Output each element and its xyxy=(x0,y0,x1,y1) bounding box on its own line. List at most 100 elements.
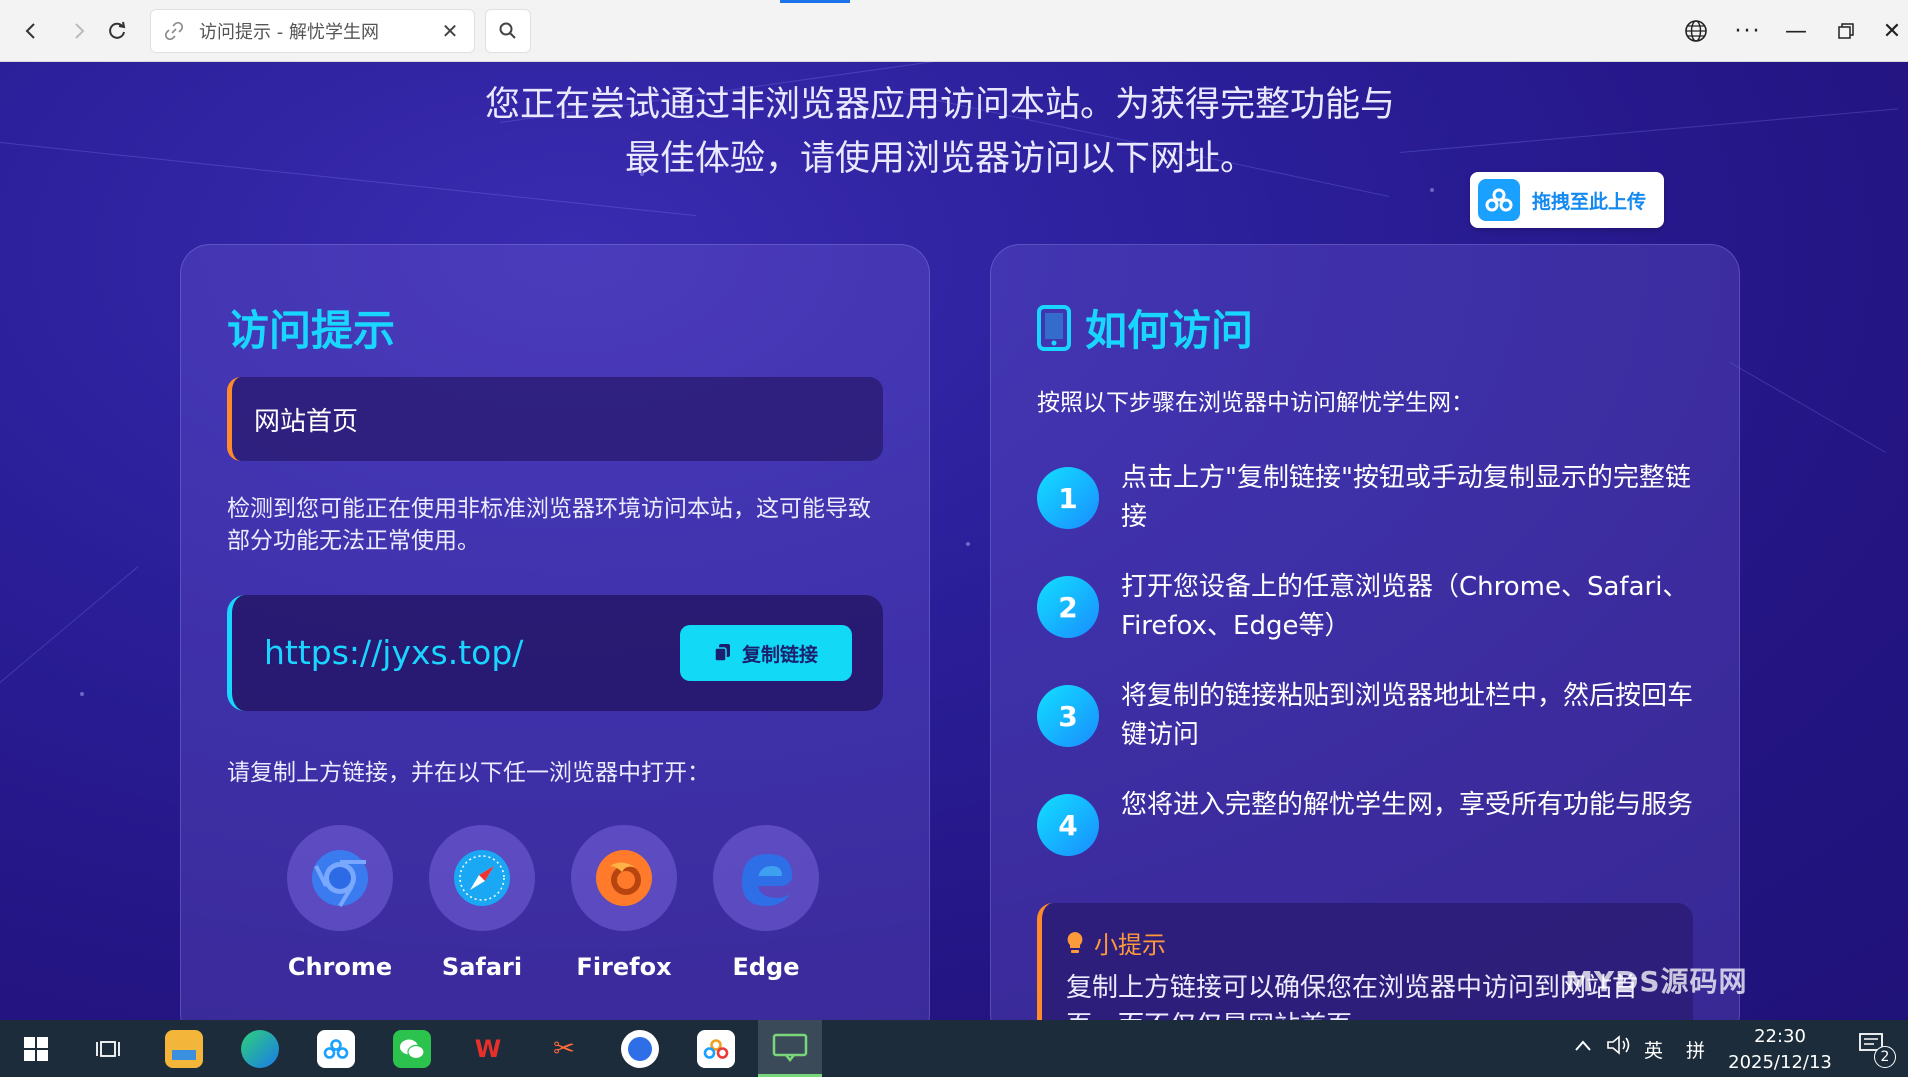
browser-label: Safari xyxy=(441,953,523,981)
copy-link-button[interactable]: 复制链接 xyxy=(680,625,852,681)
restore-button[interactable] xyxy=(1826,12,1866,50)
card-title-row: 如何访问 xyxy=(1037,297,1253,358)
show-hidden-icons[interactable] xyxy=(1574,1036,1592,1058)
taskbar-edge[interactable] xyxy=(232,1028,288,1070)
minimize-button[interactable]: — xyxy=(1776,12,1816,50)
app-circle-icon xyxy=(621,1030,659,1068)
browser-firefox[interactable]: Firefox xyxy=(569,825,679,981)
close-window-button[interactable]: ✕ xyxy=(1872,12,1908,50)
upload-button[interactable]: 拖拽至此上传 xyxy=(1470,172,1664,228)
step-number: 1 xyxy=(1037,467,1099,529)
task-view-icon xyxy=(96,1041,120,1057)
safari-icon xyxy=(429,825,535,931)
taskbar-wechat[interactable] xyxy=(384,1028,440,1070)
step-text: 将复制的链接粘贴到浏览器地址栏中，然后按回车键访问 xyxy=(1121,681,1694,750)
speaker-icon xyxy=(1607,1035,1630,1055)
wechat-icon xyxy=(393,1030,431,1068)
page-content: 您正在尝试通过非浏览器应用访问本站。为获得完整功能与 最佳体验，请使用浏览器访问… xyxy=(0,62,1908,1020)
close-tab-icon[interactable]: ✕ xyxy=(438,19,462,43)
chevron-right-icon xyxy=(75,23,85,39)
lightbulb-icon xyxy=(1067,931,1083,953)
chevron-up-icon xyxy=(1575,1040,1591,1051)
browser-tab[interactable]: 访问提示 - 解忧学生网 ✕ xyxy=(150,9,475,53)
site-url[interactable]: https://jyxs.top/ xyxy=(264,633,523,672)
taskbar-cloud-app[interactable] xyxy=(308,1028,364,1070)
netdisk-icon xyxy=(697,1030,735,1068)
start-button[interactable] xyxy=(8,1028,64,1070)
tip-title: 小提示 xyxy=(1094,931,1166,959)
copy-icon xyxy=(714,644,730,662)
card-title: 访问提示 xyxy=(227,306,396,355)
step-text: 点击上方"复制链接"按钮或手动复制显示的完整链接 xyxy=(1121,463,1691,532)
notification-center-button[interactable]: 2 xyxy=(1858,1032,1896,1068)
step-item: 4 您将进入完整的解忧学生网，享受所有功能与服务 xyxy=(1037,790,1697,856)
taskbar-app-circle[interactable] xyxy=(612,1028,668,1070)
back-button[interactable] xyxy=(12,12,50,50)
ime-mode[interactable]: 拼 xyxy=(1686,1036,1705,1063)
browser-label: Edge xyxy=(732,953,800,981)
step-item: 1 点击上方"复制链接"按钮或手动复制显示的完整链接 xyxy=(1037,463,1697,537)
bg-dot xyxy=(80,692,84,696)
windows-icon xyxy=(24,1037,48,1061)
wps-icon: W xyxy=(474,1035,502,1063)
step-item: 2 打开您设备上的任意浏览器（Chrome、Safari、Firefox、Edg… xyxy=(1037,572,1697,646)
firefox-icon xyxy=(571,825,677,931)
globe-icon xyxy=(1685,20,1707,42)
watermark: MYDS源码网 xyxy=(1565,965,1748,998)
taskbar-active-window[interactable] xyxy=(758,1020,822,1077)
bg-line xyxy=(0,566,139,683)
close-icon: ✕ xyxy=(1882,18,1902,44)
cloud-icon xyxy=(317,1030,355,1068)
minimize-icon: — xyxy=(1785,18,1807,44)
step-number: 4 xyxy=(1037,794,1099,856)
search-icon xyxy=(499,22,516,39)
loading-indicator xyxy=(780,0,850,3)
search-button[interactable] xyxy=(485,9,531,53)
browsers-hint: 请复制上方链接，并在以下任一浏览器中打开： xyxy=(227,760,710,786)
taskbar: W ✂ 英 拼 22:30 2025/12/13 2 xyxy=(0,1020,1908,1077)
tip-title-row: 小提示 xyxy=(1066,925,1166,960)
step-number: 2 xyxy=(1037,576,1099,638)
refresh-button[interactable] xyxy=(98,12,136,50)
forward-button[interactable] xyxy=(60,12,98,50)
step-text: 打开您设备上的任意浏览器（Chrome、Safari、Firefox、Edge等… xyxy=(1121,572,1689,641)
chevron-left-icon xyxy=(25,23,35,39)
browser-edge[interactable]: Edge xyxy=(711,825,821,981)
notification-count: 2 xyxy=(1874,1046,1896,1068)
taskbar-baidu-netdisk[interactable] xyxy=(688,1028,744,1070)
taskbar-file-explorer[interactable] xyxy=(156,1028,212,1070)
homepage-label: 网站首页 xyxy=(254,406,359,437)
taskbar-wps[interactable]: W xyxy=(460,1028,516,1070)
tab-title: 访问提示 - 解忧学生网 xyxy=(199,22,379,43)
card-title: 如何访问 xyxy=(1085,306,1254,355)
restore-icon xyxy=(1838,23,1854,39)
detect-message: 检测到您可能正在使用非标准浏览器环境访问本站，这可能导致部分功能无法正常使用。 xyxy=(227,496,871,554)
step-item: 3 将复制的链接粘贴到浏览器地址栏中，然后按回车键访问 xyxy=(1037,681,1697,755)
step-text: 您将进入完整的解忧学生网，享受所有功能与服务 xyxy=(1121,790,1694,820)
scissors-icon: ✂ xyxy=(553,1034,575,1064)
homepage-link[interactable]: 网站首页 xyxy=(227,377,883,461)
upload-label: 拖拽至此上传 xyxy=(1532,190,1647,213)
task-view-button[interactable] xyxy=(80,1028,136,1070)
mobile-phone-icon xyxy=(1037,304,1071,351)
bg-line xyxy=(1729,362,1887,453)
chrome-icon xyxy=(287,825,393,931)
access-tip-card: 访问提示 网站首页 检测到您可能正在使用非标准浏览器环境访问本站，这可能导致部分… xyxy=(180,244,930,1020)
clock[interactable]: 22:30 2025/12/13 xyxy=(1720,1024,1840,1076)
more-icon: ··· xyxy=(1734,18,1762,44)
volume-button[interactable] xyxy=(1606,1034,1632,1061)
step-number: 3 xyxy=(1037,685,1099,747)
ime-language[interactable]: 英 xyxy=(1644,1036,1663,1063)
more-menu-button[interactable]: ··· xyxy=(1728,12,1768,50)
translate-button[interactable] xyxy=(1676,12,1716,50)
browser-chrome[interactable]: Chrome xyxy=(285,825,395,981)
clock-date: 2025/12/13 xyxy=(1728,1052,1832,1073)
intro-line-1: 您正在尝试通过非浏览器应用访问本站。为获得完整功能与 xyxy=(484,85,1395,125)
chat-window-icon xyxy=(772,1033,808,1062)
taskbar-snipping[interactable]: ✂ xyxy=(536,1028,592,1070)
browser-safari[interactable]: Safari xyxy=(427,825,537,981)
bg-line xyxy=(1399,108,1899,153)
browser-label: Chrome xyxy=(287,953,393,981)
cloud-upload-icon xyxy=(1478,179,1520,221)
browser-label: Firefox xyxy=(576,953,672,981)
